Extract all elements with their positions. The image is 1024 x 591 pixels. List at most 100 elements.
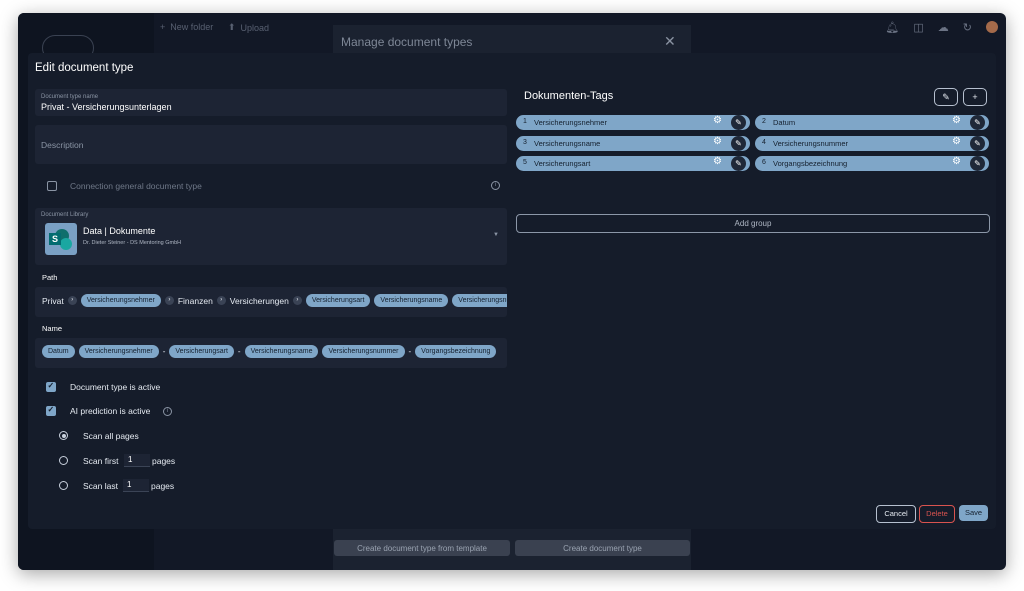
chevron-right-icon: › — [164, 296, 174, 305]
scan-first-input[interactable]: 1 — [124, 454, 150, 467]
tag-number: 5 — [523, 159, 527, 166]
tag-chip[interactable]: Vorgangsbezeichnung — [415, 345, 497, 358]
tag-item[interactable]: 5 Versicherungsart ⚙ ✎ — [516, 156, 750, 171]
plus-icon: + — [972, 92, 978, 102]
scan-last-radio[interactable] — [59, 481, 68, 490]
gear-icon[interactable]: ⚙ — [952, 136, 961, 147]
field-label: Document type name — [41, 94, 99, 100]
scan-last-suffix: pages — [151, 481, 175, 491]
bell-icon[interactable]: 🔔︎ — [885, 21, 899, 34]
tag-item[interactable]: 3 Versicherungsname ⚙ ✎ — [516, 135, 750, 151]
gear-icon[interactable]: ⚙ — [713, 136, 722, 147]
tag-number: 1 — [523, 118, 527, 125]
connection-checkbox[interactable] — [47, 181, 57, 191]
tag-name: Versicherungsname — [534, 138, 601, 148]
info-icon[interactable]: i — [491, 181, 500, 190]
chevron-down-icon[interactable]: ▼ — [493, 232, 499, 238]
scan-all-radio[interactable] — [59, 431, 68, 440]
pencil-icon[interactable]: ✎ — [731, 135, 746, 151]
tag-item[interactable]: 6 Vorgangsbezeichnung ⚙ ✎ — [755, 156, 989, 171]
library-owner: Dr. Dieter Steiner - DS Mentoring GmbH — [83, 240, 182, 246]
toolbar-icons: 🔔︎ ◫ ☁ ↻ — [885, 21, 998, 34]
pencil-icon[interactable]: ✎ — [970, 156, 985, 171]
pencil-icon[interactable]: ✎ — [970, 135, 985, 151]
active-label: Document type is active — [70, 382, 161, 392]
tags-title: Dokumenten-Tags — [524, 90, 614, 102]
tag-chip[interactable]: Versicherungsname — [244, 345, 319, 358]
active-checkbox[interactable] — [46, 381, 56, 392]
tag-chip[interactable]: Versicherungsnummer — [322, 345, 405, 358]
tag-number: 4 — [762, 138, 766, 146]
tag-item[interactable]: 2 Datum ⚙ ✎ — [755, 115, 989, 130]
save-button[interactable]: Save — [959, 505, 988, 521]
separator: - — [162, 347, 166, 356]
cancel-button[interactable]: Cancel — [876, 505, 916, 523]
add-tag-button[interactable]: + — [963, 88, 987, 106]
scan-last-label: Scan last — [83, 481, 118, 491]
tag-chip[interactable]: Versicherungsnehmer — [78, 345, 159, 358]
path-text: Finanzen — [177, 295, 213, 306]
tag-name: Datum — [773, 118, 796, 127]
tag-chip[interactable]: Versicherungsart — [169, 345, 234, 358]
gear-icon[interactable]: ⚙ — [952, 115, 961, 126]
delete-button[interactable]: Delete — [919, 505, 955, 523]
tag-chip[interactable]: Versicherungsname — [374, 294, 449, 307]
scan-first-radio[interactable] — [59, 456, 68, 465]
ai-prediction-checkbox[interactable] — [46, 405, 56, 416]
name-segments: Datum Versicherungsnehmer - Versicherungsar… — [42, 345, 500, 358]
upload-icon: ⬆ — [228, 22, 236, 32]
ai-prediction-label: AI prediction is active — [70, 406, 151, 416]
gear-icon[interactable]: ⚙ — [713, 156, 722, 167]
modal-title: Edit document type — [35, 62, 134, 74]
create-from-template-button[interactable]: Create document type from template — [334, 540, 510, 556]
scan-last-input[interactable]: 1 — [123, 479, 149, 492]
pencil-icon[interactable]: ✎ — [970, 115, 985, 130]
scan-first-label: Scan first — [83, 456, 119, 466]
pencil-icon: ✎ — [942, 92, 950, 102]
add-group-button[interactable]: Add group — [516, 214, 990, 233]
path-text: Versicherungen — [229, 295, 289, 306]
tag-number: 6 — [762, 159, 766, 166]
edit-tags-button[interactable]: ✎ — [934, 88, 958, 106]
path-label: Path — [42, 273, 58, 282]
document-type-name-field[interactable]: Document type name Privat - Versicherung… — [35, 89, 507, 116]
panel-title: Manage document types — [341, 35, 473, 49]
tag-chip[interactable]: Versicherungsnehmer — [80, 294, 161, 307]
pencil-icon[interactable]: ✎ — [731, 115, 746, 130]
tag-name: Versicherungsnummer — [773, 138, 849, 148]
close-icon[interactable]: ✕ — [664, 33, 676, 50]
create-document-type-button[interactable]: Create document type — [515, 540, 690, 556]
new-folder-button[interactable]: + New folder — [160, 22, 213, 32]
path-segments: Privat › Versicherungsnehmer › Finanzen › Vers… — [42, 294, 507, 307]
description-field[interactable]: Description — [35, 125, 507, 164]
tag-chip[interactable]: Versicherungsart — [305, 294, 371, 307]
tag-name: Versicherungsnehmer — [534, 118, 607, 127]
chevron-right-icon: › — [216, 296, 226, 305]
path-builder[interactable]: Privat › Versicherungsnehmer › Finanzen › Vers… — [35, 287, 507, 317]
gear-icon[interactable]: ⚙ — [952, 156, 961, 167]
library-label: Document Library — [41, 212, 89, 218]
cloud-icon[interactable]: ☁ — [938, 21, 949, 34]
name-builder[interactable]: Datum Versicherungsnehmer - Versicherungsar… — [35, 338, 507, 368]
description-placeholder: Description — [41, 140, 84, 150]
tag-item[interactable]: 4 Versicherungsnummer ⚙ ✎ — [755, 135, 989, 151]
refresh-icon[interactable]: ↻ — [963, 21, 972, 34]
info-icon[interactable]: i — [163, 407, 172, 416]
separator: - — [408, 347, 412, 356]
upload-button[interactable]: ⬆ Upload — [228, 22, 269, 33]
sharepoint-icon: S — [45, 223, 77, 255]
tag-name: Vorgangsbezeichnung — [773, 159, 848, 168]
chevron-right-icon: › — [67, 296, 77, 305]
gear-icon[interactable]: ⚙ — [713, 115, 722, 126]
tag-item[interactable]: 1 Versicherungsnehmer ⚙ ✎ — [516, 115, 750, 130]
tag-chip[interactable]: Datum — [42, 345, 75, 358]
avatar[interactable] — [986, 21, 998, 33]
layout-icon[interactable]: ◫ — [913, 21, 923, 34]
document-library-select[interactable]: Document Library S Data | Dokumente Dr. … — [35, 208, 507, 265]
separator: - — [237, 347, 241, 356]
pencil-icon[interactable]: ✎ — [731, 156, 746, 171]
field-value: Privat - Versicherungsunterlagen — [41, 102, 172, 112]
tag-chip[interactable]: Versicherungsnummer — [452, 294, 507, 307]
edit-document-type-modal: Edit document type Document type name Pr… — [28, 53, 996, 529]
tag-number: 3 — [523, 138, 527, 146]
